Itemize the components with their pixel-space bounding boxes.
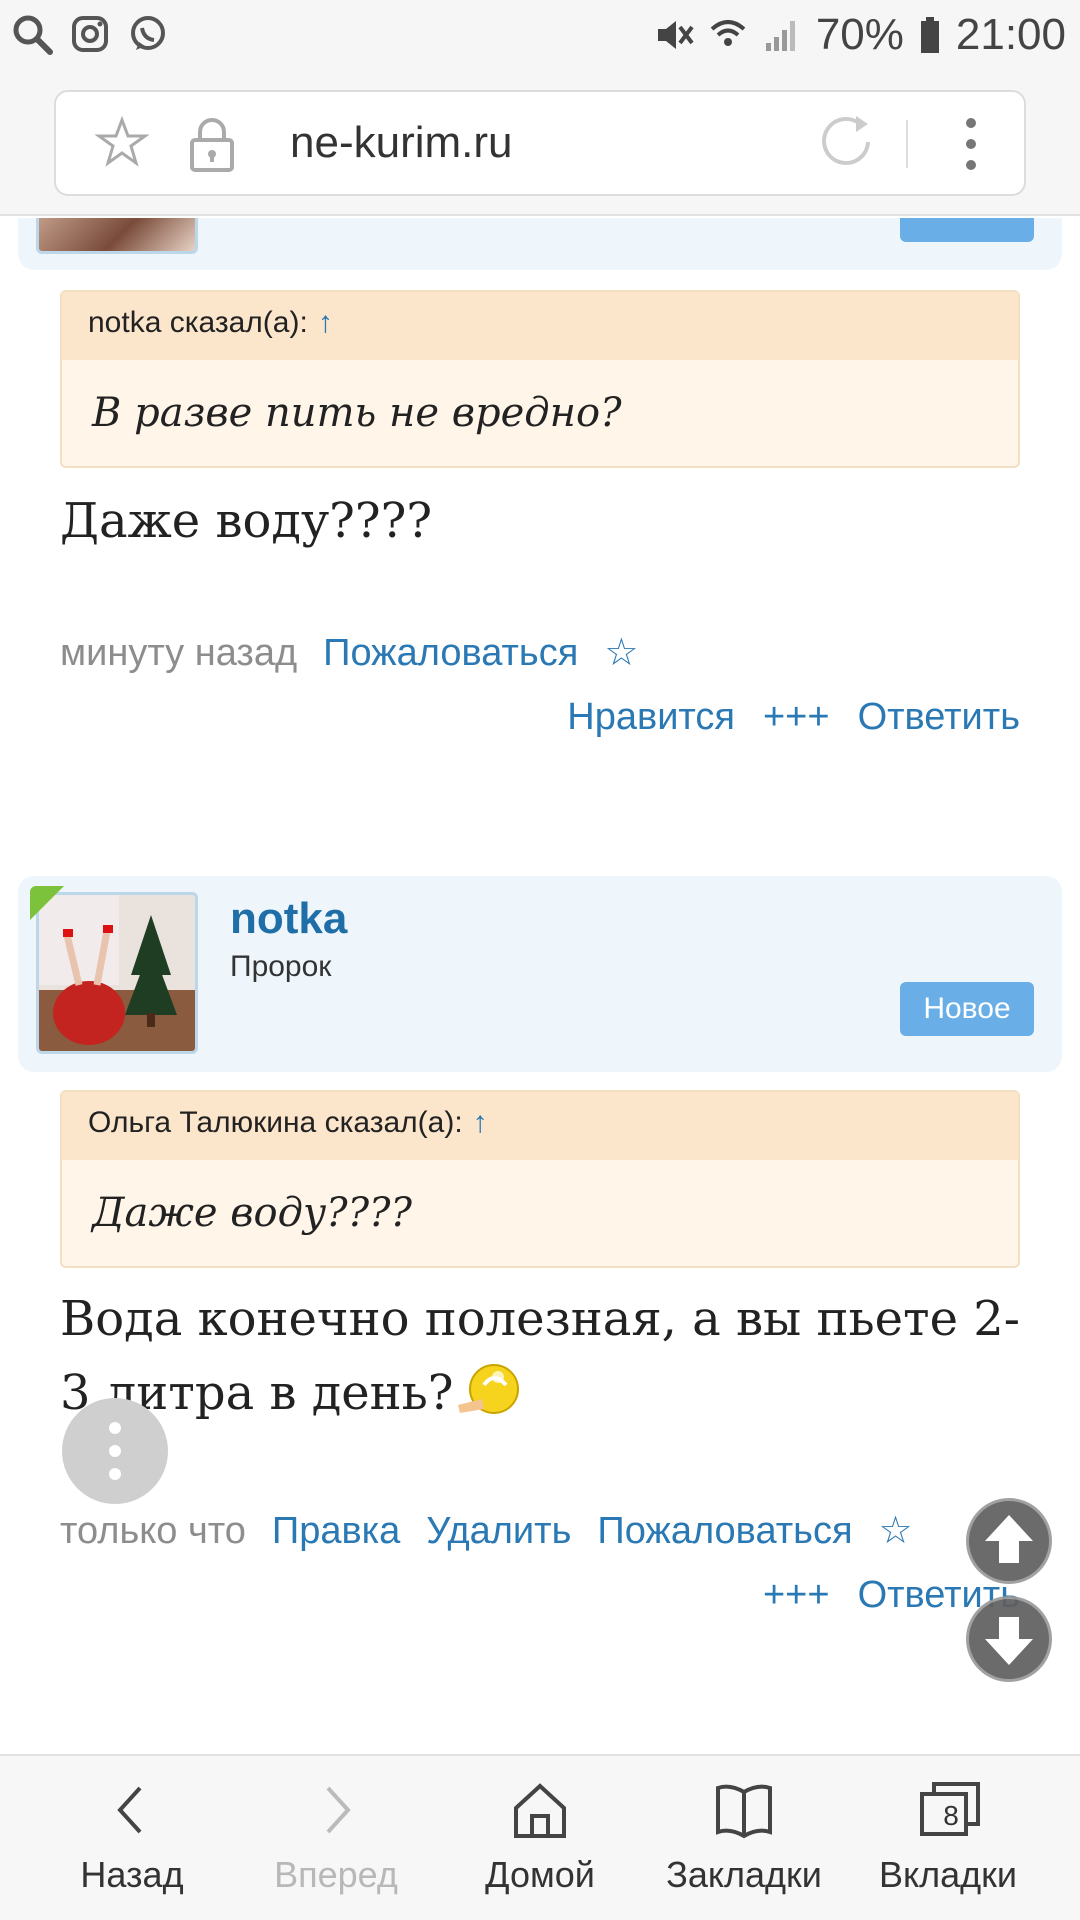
star-icon[interactable]: ☆ xyxy=(879,1510,913,1552)
new-badge: Новое xyxy=(900,982,1034,1036)
new-badge-previous xyxy=(900,218,1034,242)
clock: 21:00 xyxy=(955,10,1066,59)
post-header: notka Пророк Новое xyxy=(18,876,1062,1072)
tabs-label: Вкладки xyxy=(878,1854,1018,1895)
tabs-button[interactable]: 8 Вкладки xyxy=(848,1756,1048,1920)
quote-jump-link[interactable]: ↑ xyxy=(318,306,333,339)
arrow-up-icon xyxy=(985,1515,1033,1563)
smiley-emoji-icon xyxy=(457,1364,519,1414)
browser-bottom-nav: Назад Вперед Домой Закладки 8 Вкладки xyxy=(0,1754,1080,1920)
more-actions-button[interactable] xyxy=(62,1398,168,1504)
arrow-down-icon xyxy=(985,1617,1033,1665)
forward-icon xyxy=(326,1786,351,1834)
scroll-down-button[interactable] xyxy=(966,1596,1052,1682)
report-link[interactable]: Пожаловаться xyxy=(597,1510,852,1552)
lock-icon xyxy=(190,118,234,172)
overflow-menu-icon[interactable] xyxy=(966,118,976,181)
home-label: Домой xyxy=(485,1854,595,1895)
browser-toolbar: ne-kurim.ru xyxy=(0,76,1080,216)
message-line: Вода конечно полезная, а вы пьете 2- xyxy=(60,1291,1021,1347)
plus-link[interactable]: +++ xyxy=(763,696,830,738)
online-indicator xyxy=(30,886,64,920)
plus-link[interactable]: +++ xyxy=(763,1574,830,1616)
post-time[interactable]: только что xyxy=(60,1510,246,1552)
forward-button[interactable]: Вперед xyxy=(236,1756,436,1920)
quote-text: Даже воду???? xyxy=(92,1190,412,1236)
quote-block: Ольга Талюкина сказал(а): ↑ Даже воду???? xyxy=(60,1090,1020,1268)
star-icon[interactable]: ☆ xyxy=(604,632,638,674)
delete-link[interactable]: Удалить xyxy=(426,1510,571,1552)
quote-jump-link[interactable]: ↑ xyxy=(473,1106,488,1139)
home-icon xyxy=(514,1783,566,1838)
quote-author: notka сказал(а): xyxy=(88,306,308,339)
quote-header: notka сказал(а): ↑ xyxy=(62,292,1018,360)
address-bar[interactable]: ne-kurim.ru xyxy=(54,90,1026,196)
instagram-icon xyxy=(72,16,108,52)
bookmarks-icon xyxy=(716,1784,772,1839)
mute-icon xyxy=(657,21,694,49)
bookmarks-label: Закладки xyxy=(666,1854,822,1895)
avatar-previous[interactable] xyxy=(36,218,198,254)
quote-block: notka сказал(а): ↑ В разве пить не вредно… xyxy=(60,290,1020,468)
forward-label: Вперед xyxy=(274,1854,398,1895)
post-time[interactable]: минуту назад xyxy=(60,632,297,674)
signal-icon xyxy=(765,21,795,51)
url-text: ne-kurim.ru xyxy=(290,118,513,167)
search-icon xyxy=(13,15,53,55)
forum-thread: notka сказал(а): ↑ В разве пить не вредно… xyxy=(0,218,1080,1754)
battery-icon xyxy=(920,17,939,53)
username[interactable]: notka xyxy=(230,894,347,944)
home-button[interactable]: Домой xyxy=(440,1756,640,1920)
toolbar-divider xyxy=(906,120,908,168)
quote-text: В разве пить не вредно? xyxy=(92,390,622,436)
like-link[interactable]: Нравится xyxy=(567,696,735,738)
reload-icon[interactable] xyxy=(816,112,876,172)
quote-header: Ольга Талюкина сказал(а): ↑ xyxy=(62,1092,1018,1160)
back-icon xyxy=(117,1786,142,1834)
wifi-icon xyxy=(710,20,746,46)
reply-link[interactable]: Ответить xyxy=(858,696,1020,738)
post-message: Даже воду???? xyxy=(60,493,433,549)
post-meta: минуту назад Пожаловаться ☆ xyxy=(60,630,638,675)
tabs-count: 8 xyxy=(943,1800,959,1831)
bookmarks-button[interactable]: Закладки xyxy=(644,1756,844,1920)
status-bar: 70% 21:00 xyxy=(0,0,1080,76)
bookmark-star-icon[interactable] xyxy=(94,114,150,170)
post-message: Вода конечно полезная, а вы пьете 2- 3 л… xyxy=(60,1282,1030,1430)
post-meta: только что Правка Удалить Пожаловаться ☆ xyxy=(60,1508,913,1553)
user-rank: Пророк xyxy=(230,950,332,983)
back-label: Назад xyxy=(80,1854,184,1895)
post-actions: Нравится +++ Ответить xyxy=(539,696,1020,739)
whatsapp-icon xyxy=(131,16,165,50)
scroll-up-button[interactable] xyxy=(966,1498,1052,1584)
battery-percent: 70% xyxy=(815,10,904,59)
back-button[interactable]: Назад xyxy=(32,1756,232,1920)
report-link[interactable]: Пожаловаться xyxy=(323,632,578,674)
quote-author: Ольга Талюкина сказал(а): xyxy=(88,1106,463,1139)
edit-link[interactable]: Правка xyxy=(272,1510,400,1552)
